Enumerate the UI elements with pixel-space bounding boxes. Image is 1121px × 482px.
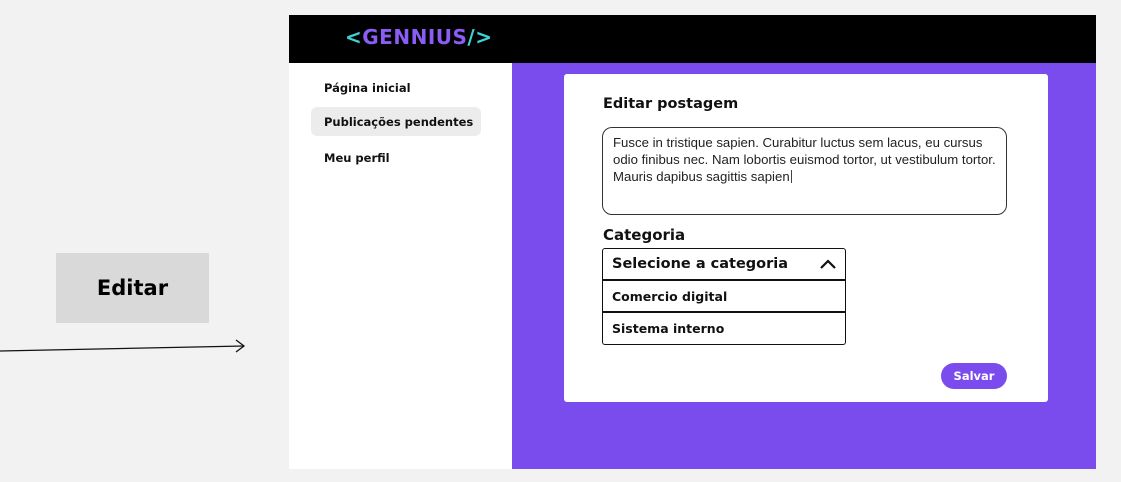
category-select-value: Selecione a categoria [612,256,789,272]
sidebar-item-home[interactable]: Página inicial [311,73,481,102]
canvas-edit-label: Editar [56,253,209,323]
edit-post-card: Editar postagem Fusce in tristique sapie… [564,74,1048,402]
post-textarea[interactable]: Fusce in tristique sapien. Curabitur luc… [602,127,1007,215]
text-caret [790,170,792,183]
logo-close-bracket: /> [467,25,493,49]
sidebar-item-pending-posts[interactable]: Publicações pendentes [311,107,481,136]
chevron-up-icon[interactable] [819,258,837,270]
main-content: Editar postagem Fusce in tristique sapie… [512,63,1096,469]
category-label: Categoria [603,226,686,244]
category-option-digital-commerce[interactable]: Comercio digital [602,281,846,313]
category-select[interactable]: Selecione a categoria [602,248,846,281]
save-button[interactable]: Salvar [941,363,1007,389]
topbar: <GENNIUS/> [289,15,1096,63]
logo-open-bracket: < [345,25,363,49]
arrow-right-icon [0,339,246,353]
app-window: <GENNIUS/> Página inicial Publicações pe… [289,15,1096,469]
sidebar-item-my-profile[interactable]: Meu perfil [311,143,481,172]
sidebar: Página inicial Publicações pendentes Meu… [289,63,512,469]
logo[interactable]: <GENNIUS/> [345,25,492,49]
category-option-internal-system[interactable]: Sistema interno [602,313,846,345]
card-title: Editar postagem [603,96,739,112]
post-text: Fusce in tristique sapien. Curabitur luc… [613,135,996,184]
logo-word: GENNIUS [362,25,468,49]
canvas-edit-text: Editar [96,276,169,300]
